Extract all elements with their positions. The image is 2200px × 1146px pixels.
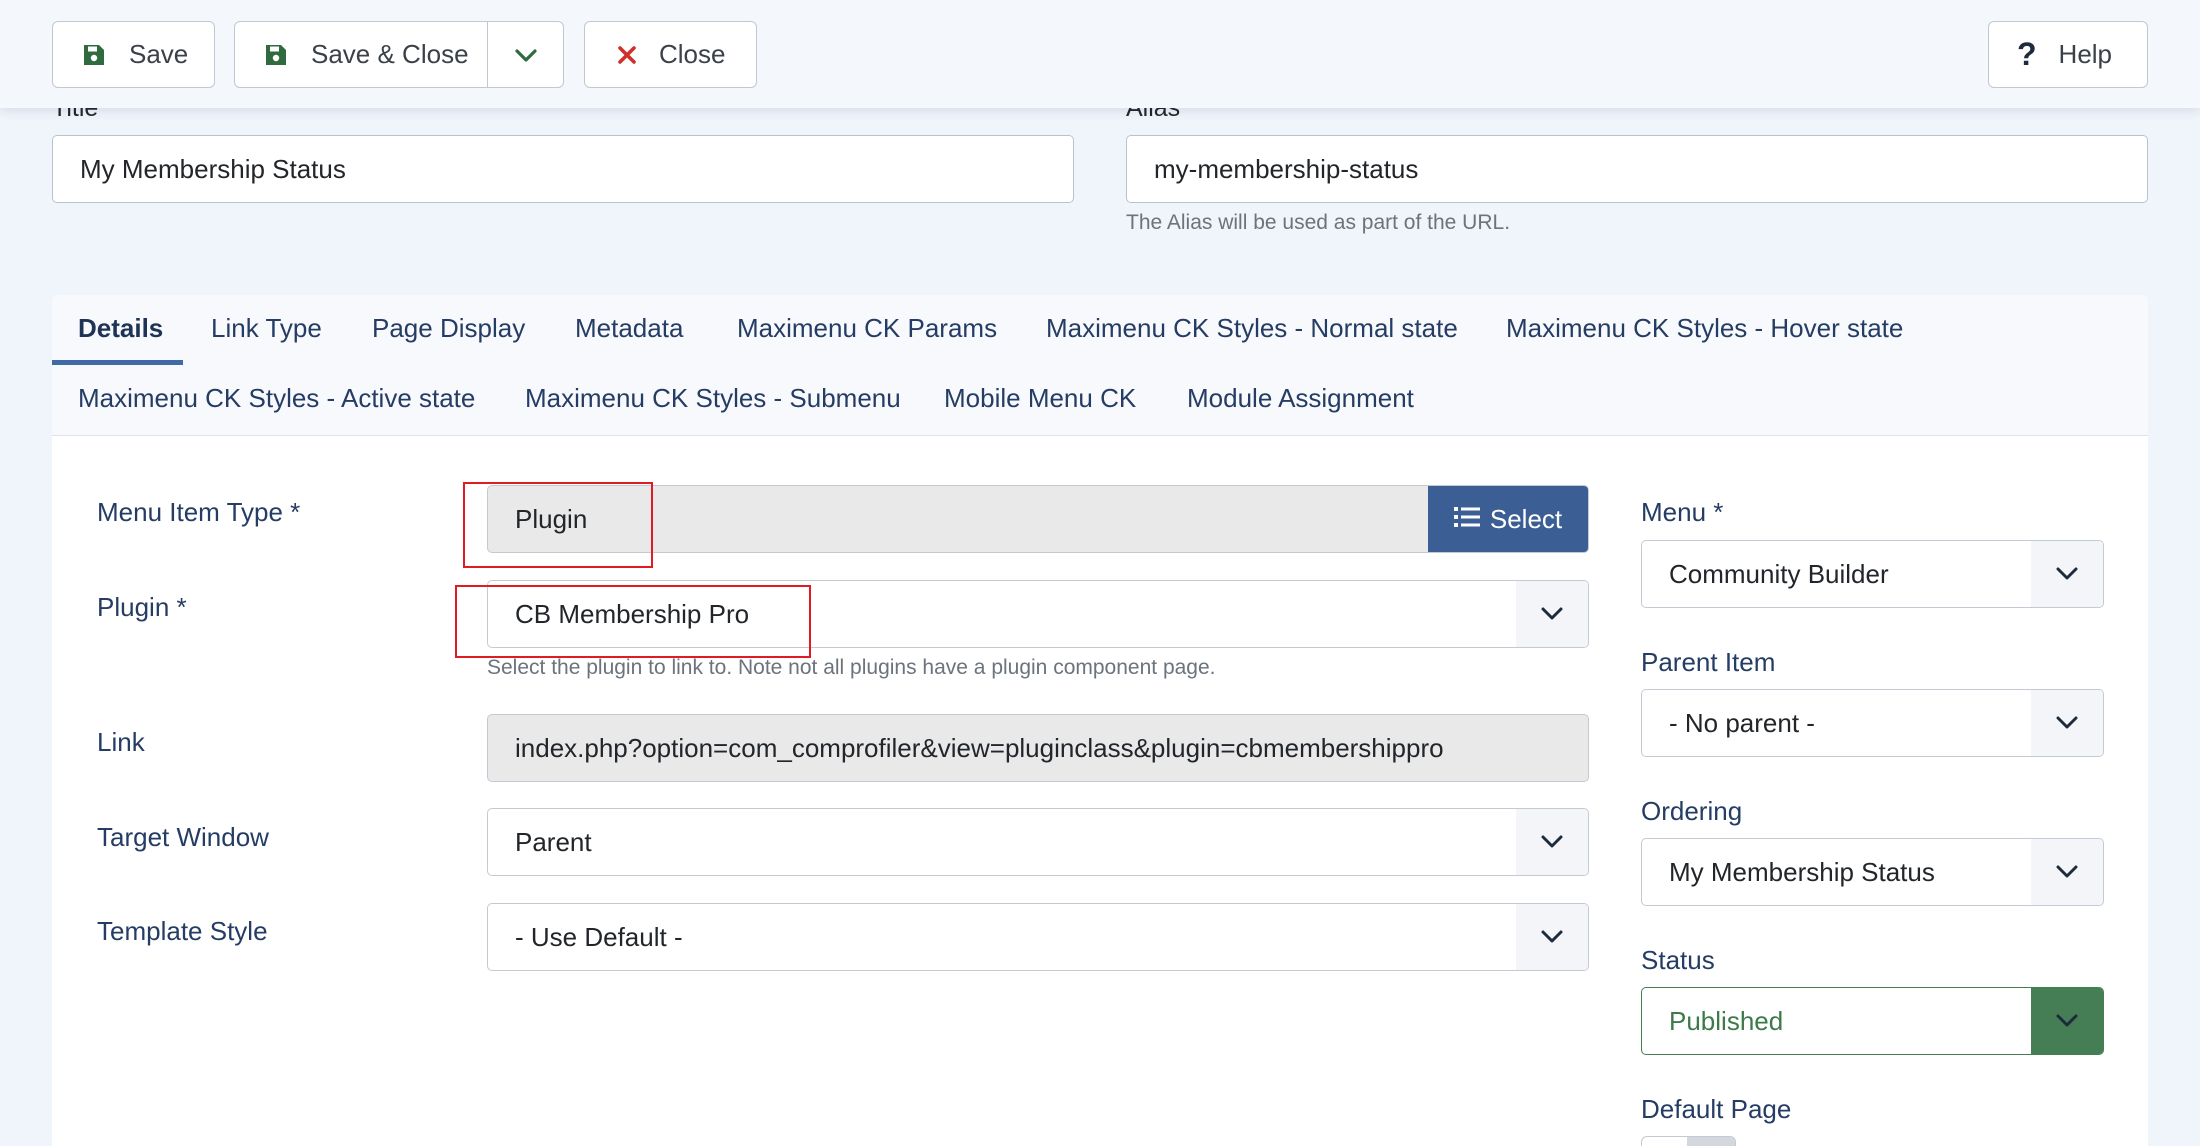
floppy-disk-icon	[265, 44, 287, 66]
chevron-down-icon	[1516, 581, 1588, 647]
save-and-close-button[interactable]: Save & Close	[234, 21, 564, 88]
status-value: Published	[1669, 1005, 1784, 1036]
save-button[interactable]: Save	[52, 21, 215, 88]
save-options-dropdown-toggle[interactable]	[487, 22, 563, 87]
tab-maximenu-ck-styles-active[interactable]: Maximenu CK Styles - Active state	[78, 383, 475, 414]
floppy-disk-icon	[83, 44, 105, 66]
active-tab-indicator	[52, 360, 183, 365]
template-style-select[interactable]: - Use Default -	[487, 903, 1589, 971]
chevron-down-icon	[1516, 904, 1588, 970]
plugin-hint: Select the plugin to link to. Note not a…	[487, 656, 1216, 679]
target-window-value: Parent	[515, 826, 592, 857]
ordering-select[interactable]: My Membership Status	[1641, 838, 2104, 906]
close-icon	[617, 45, 637, 65]
chevron-down-icon	[1516, 809, 1588, 875]
status-label: Status	[1641, 945, 1715, 975]
chevron-down-icon	[2031, 988, 2103, 1054]
help-button[interactable]: ? Help	[1988, 21, 2148, 88]
template-style-value: - Use Default -	[515, 921, 683, 952]
tab-maximenu-ck-styles-submenu[interactable]: Maximenu CK Styles - Submenu	[525, 383, 901, 414]
menu-select[interactable]: Community Builder	[1641, 540, 2104, 608]
select-button-label: Select	[1489, 503, 1563, 534]
status-select[interactable]: Published	[1641, 987, 2104, 1055]
link-field: index.php?option=com_comprofiler&view=pl…	[487, 714, 1589, 782]
help-label: Help	[2058, 39, 2113, 69]
parent-item-value: - No parent -	[1669, 707, 1815, 738]
menu-value: Community Builder	[1669, 558, 1889, 589]
tab-mobile-menu-ck[interactable]: Mobile Menu CK	[944, 383, 1136, 414]
ordering-value: My Membership Status	[1669, 856, 1935, 887]
save-and-close-label: Save & Close	[311, 39, 469, 69]
tab-module-assignment[interactable]: Module Assignment	[1187, 383, 1414, 414]
alias-hint: The Alias will be used as part of the UR…	[1126, 211, 1511, 234]
tab-bar: Details Link Type Page Display Metadata …	[52, 295, 2148, 436]
menu-label: Menu *	[1641, 497, 1724, 527]
tab-maximenu-ck-styles-normal[interactable]: Maximenu CK Styles - Normal state	[1046, 313, 1458, 344]
plugin-select[interactable]: CB Membership Pro	[487, 580, 1589, 648]
save-label: Save	[129, 39, 189, 69]
parent-item-select[interactable]: - No parent -	[1641, 689, 2104, 757]
tab-details[interactable]: Details	[78, 313, 163, 344]
chevron-down-icon	[2031, 541, 2103, 607]
link-value: index.php?option=com_comprofiler&view=pl…	[515, 732, 1444, 763]
chevron-down-icon	[2031, 839, 2103, 905]
default-page-toggle[interactable]	[1641, 1136, 1736, 1146]
question-mark-icon: ?	[2017, 36, 2037, 72]
title-input[interactable]: My Membership Status	[52, 135, 1074, 203]
target-window-select[interactable]: Parent	[487, 808, 1589, 876]
menu-item-type-select-button[interactable]: Select	[1428, 486, 1588, 552]
alias-input[interactable]: my-membership-status	[1126, 135, 2148, 203]
plugin-value: CB Membership Pro	[515, 598, 750, 629]
list-icon	[1453, 504, 1480, 535]
close-label: Close	[659, 39, 726, 69]
target-window-label: Target Window	[97, 822, 269, 852]
toolbar: Save Save & Close Close ? Help	[0, 0, 2200, 108]
menu-item-type-value: Plugin	[515, 503, 588, 534]
tab-maximenu-ck-params[interactable]: Maximenu CK Params	[737, 313, 997, 344]
tab-maximenu-ck-styles-hover[interactable]: Maximenu CK Styles - Hover state	[1506, 313, 1903, 344]
template-style-label: Template Style	[97, 916, 268, 946]
tab-link-type[interactable]: Link Type	[211, 313, 322, 344]
chevron-down-icon	[514, 39, 537, 70]
tab-page-display[interactable]: Page Display	[372, 313, 525, 344]
parent-item-label: Parent Item	[1641, 647, 1776, 677]
menu-item-type-label: Menu Item Type *	[97, 497, 301, 527]
toggle-knob	[1687, 1137, 1735, 1146]
ordering-label: Ordering	[1641, 796, 1743, 826]
link-label: Link	[97, 727, 145, 757]
close-button[interactable]: Close	[584, 21, 757, 88]
default-page-label: Default Page	[1641, 1094, 1792, 1124]
menu-item-type-field: Plugin Select	[487, 485, 1589, 553]
tab-metadata[interactable]: Metadata	[575, 313, 683, 344]
plugin-label: Plugin *	[97, 592, 187, 622]
chevron-down-icon	[2031, 690, 2103, 756]
